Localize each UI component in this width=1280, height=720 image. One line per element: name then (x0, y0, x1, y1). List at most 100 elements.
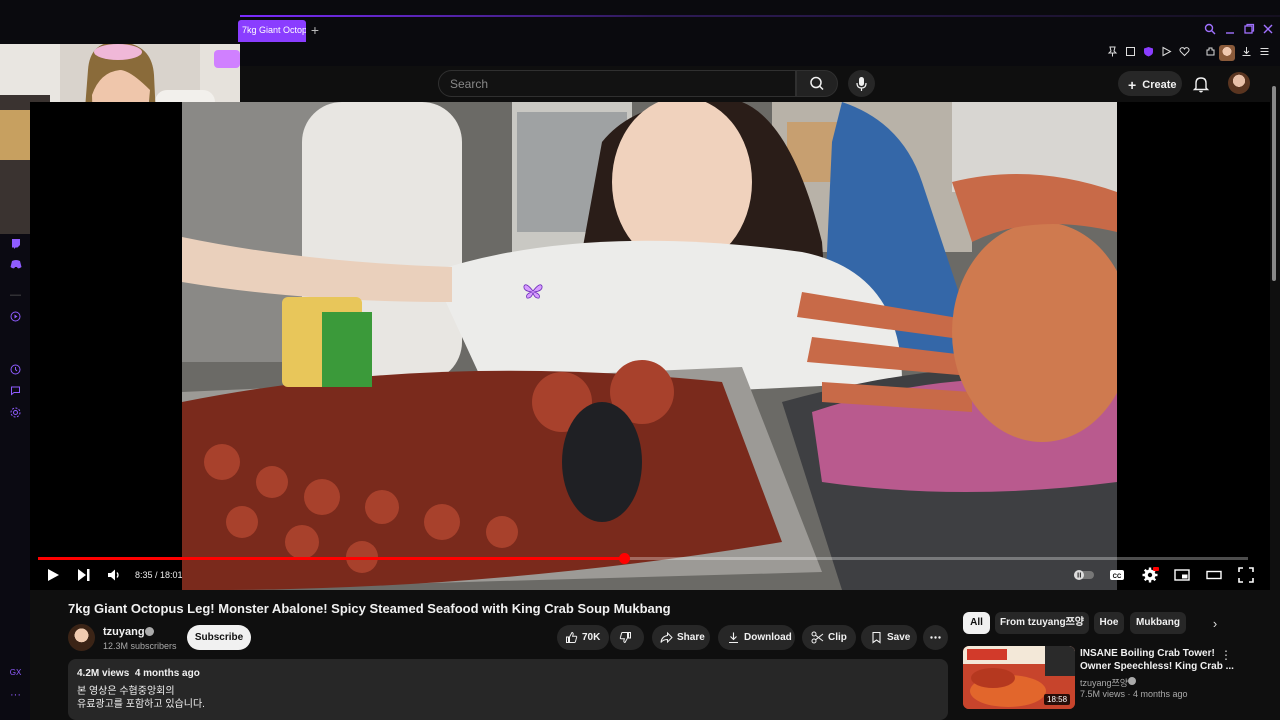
pin-icon[interactable] (1104, 46, 1120, 62)
browser-tabbar (0, 0, 1280, 44)
verified-icon (1128, 677, 1136, 685)
subscriber-count: 12.3M subscribers (103, 641, 177, 651)
more-actions-button[interactable] (923, 625, 948, 650)
chevron-right-icon[interactable]: › (1207, 615, 1223, 633)
play-circle-icon[interactable] (8, 311, 23, 326)
extensions-icon[interactable] (1202, 46, 1218, 62)
more-horizontal-icon (930, 636, 941, 639)
search-button[interactable] (796, 70, 838, 97)
share-label: Share (677, 632, 705, 643)
recommendation-duration: 18:58 (1044, 694, 1071, 705)
settings-icon[interactable] (8, 407, 23, 422)
recommendation-meta: 7.5M views · 4 months ago (1080, 689, 1188, 699)
settings-button[interactable] (1141, 566, 1161, 584)
gear-icon (1142, 567, 1159, 583)
dislike-button[interactable] (610, 625, 644, 650)
description-box[interactable] (68, 659, 948, 720)
page-scrollbar[interactable] (1272, 86, 1276, 281)
share-button[interactable]: Share (652, 625, 710, 650)
account-avatar[interactable] (1228, 72, 1250, 94)
miniplayer-button[interactable] (1173, 566, 1193, 584)
close-icon[interactable] (1260, 23, 1276, 39)
description-meta: 4.2M views 4 months ago (77, 668, 200, 679)
captions-button[interactable]: CC (1108, 566, 1128, 584)
microphone-icon (856, 77, 867, 91)
sidebar-more-icon[interactable]: ··· (8, 688, 23, 703)
autoplay-toggle[interactable] (1072, 566, 1096, 584)
twitch-icon[interactable] (8, 238, 23, 253)
heart-icon[interactable] (1176, 46, 1192, 62)
thumbs-down-icon (619, 631, 631, 643)
recommendation-title[interactable]: INSANE Boiling Crab Tower! (1080, 648, 1215, 659)
chip-from-channel[interactable]: From tzuyang쯔양 (995, 612, 1089, 634)
play-extension-icon[interactable] (1158, 46, 1174, 62)
minimize-icon[interactable] (1222, 23, 1238, 39)
miniplayer-icon (1174, 569, 1190, 581)
create-label: Create (1142, 78, 1177, 91)
progress-bar[interactable] (38, 557, 624, 560)
profile-avatar[interactable] (1219, 45, 1235, 61)
search-tabs-icon[interactable] (1202, 23, 1218, 39)
download-button[interactable]: Download (718, 625, 795, 650)
new-tab-button[interactable]: + (307, 21, 323, 39)
discord-icon[interactable] (8, 259, 23, 274)
download-label: Download (744, 632, 792, 643)
browser-sidebar (0, 234, 30, 720)
more-vertical-icon[interactable]: ⋮ (1220, 648, 1232, 662)
restore-icon[interactable] (1241, 23, 1257, 39)
search-icon (810, 76, 824, 91)
browser-tab[interactable]: 7kg Giant Octopus Leg! M (238, 20, 306, 42)
chip-mukbang[interactable]: Mukbang (1130, 612, 1186, 634)
upload-age: 4 months ago (134, 668, 200, 679)
bookmark-icon (872, 631, 881, 644)
voice-search-button[interactable] (848, 70, 875, 97)
save-button[interactable]: Save (861, 625, 917, 650)
chip-hoe[interactable]: Hoe (1094, 612, 1124, 634)
volume-icon (108, 569, 119, 581)
play-button[interactable] (44, 566, 64, 584)
butterfly-cursor-icon (522, 282, 544, 300)
search-input[interactable]: Search (438, 70, 796, 97)
thumbs-up-icon (566, 631, 578, 643)
subscribe-button[interactable]: Subscribe (187, 625, 251, 650)
like-button[interactable]: 70K (557, 625, 609, 650)
theater-icon (1206, 570, 1222, 580)
chip-all[interactable]: All (963, 612, 990, 634)
next-button[interactable] (75, 566, 95, 584)
shield-icon[interactable] (1140, 46, 1156, 62)
clip-button[interactable]: Clip (802, 625, 856, 650)
cc-icon: CC (1110, 570, 1124, 580)
share-icon (660, 631, 673, 644)
scissors-icon (811, 631, 824, 644)
separator-icon: — (10, 289, 21, 301)
theater-mode-button[interactable] (1205, 566, 1225, 584)
channel-avatar[interactable] (68, 624, 95, 651)
bell-icon (1192, 77, 1210, 93)
view-count: 4.2M views (77, 668, 130, 679)
notifications-button[interactable] (1190, 73, 1212, 95)
time-display: 8:35 / 18:01 (135, 570, 183, 580)
download-icon[interactable] (1238, 46, 1254, 62)
gx-label[interactable]: GX (8, 665, 23, 680)
channel-name[interactable]: tzuyang (103, 626, 145, 638)
volume-button[interactable] (105, 566, 125, 584)
description-line: 유료광고를 포함하고 있습니다. (77, 699, 205, 710)
skip-next-icon (78, 569, 90, 581)
video-frame[interactable] (182, 102, 1117, 590)
messages-icon[interactable] (8, 385, 23, 400)
clip-label: Clip (828, 632, 847, 643)
recommendation-title[interactable]: Owner Speechless! King Crab ... (1080, 661, 1234, 672)
play-icon (48, 569, 59, 581)
fullscreen-button[interactable] (1237, 566, 1257, 584)
scrubber-handle[interactable] (619, 553, 630, 564)
history-icon[interactable] (8, 364, 23, 379)
screenshot-icon[interactable] (1122, 46, 1138, 62)
create-button[interactable]: + Create (1118, 71, 1182, 96)
save-label: Save (887, 632, 911, 643)
verified-icon (145, 627, 154, 636)
video-title: 7kg Giant Octopus Leg! Monster Abalone! … (68, 601, 671, 616)
menu-icon[interactable] (1256, 46, 1272, 62)
fullscreen-icon (1238, 567, 1254, 583)
recommendation-channel[interactable]: tzuyang쯔양 (1080, 676, 1128, 689)
like-count: 70K (582, 632, 601, 643)
